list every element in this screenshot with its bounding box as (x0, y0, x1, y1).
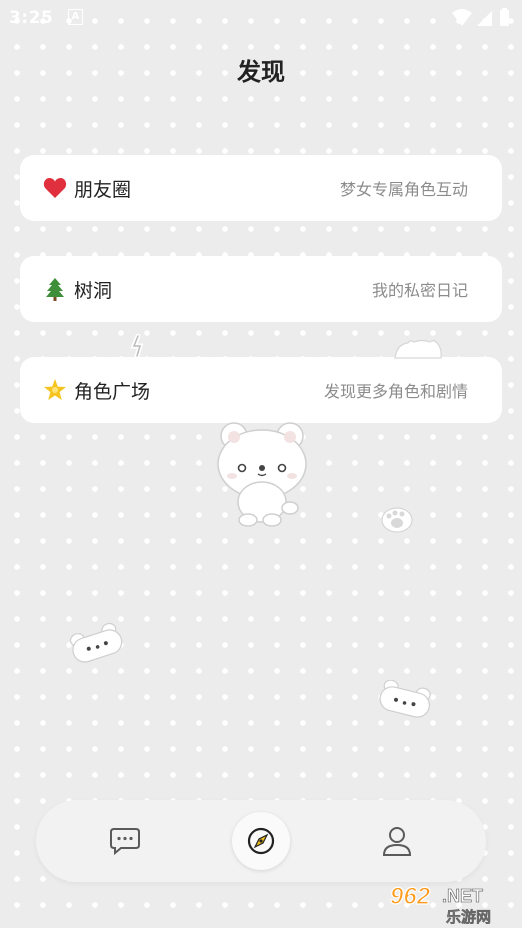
tree-icon (42, 276, 68, 302)
bottom-nav (36, 800, 486, 882)
chat-icon (110, 828, 140, 856)
nav-profile-button[interactable] (376, 820, 418, 862)
menu-item-tree-hole[interactable]: 树洞 我的私密日记 (20, 256, 502, 322)
menu-item-subtitle: 我的私密日记 (371, 281, 468, 300)
watermark-caption: 乐游网 (446, 908, 491, 924)
notification-icon: A (68, 9, 83, 25)
watermark-logo: 962 .NET 乐游网 (384, 880, 516, 926)
status-icons (452, 8, 509, 26)
menu-item-label: 角色广场 (74, 380, 151, 403)
profile-icon (382, 827, 412, 856)
star-icon (42, 377, 68, 403)
menu-item-label: 树洞 (74, 279, 113, 302)
bear-lying-sticker-icon (379, 680, 431, 718)
signal-icon (477, 11, 492, 26)
menu-item-subtitle: 发现更多角色和剧情 (323, 382, 468, 401)
status-bar: 3:25 A (0, 0, 522, 36)
white-bear-sticker-icon (217, 422, 307, 527)
page-title: 发现 (237, 58, 285, 86)
menu-item-label: 朋友圈 (74, 178, 132, 201)
nav-discover-button[interactable] (240, 820, 282, 862)
menu-item-subtitle: 梦女专属角色互动 (339, 180, 468, 199)
nav-chat-button[interactable] (104, 820, 146, 862)
lightning-sticker-icon (130, 334, 144, 358)
watermark-brand: 962 (390, 883, 431, 910)
battery-icon (500, 10, 509, 26)
compass-icon (247, 827, 275, 855)
watermark-suffix: .NET (442, 886, 483, 906)
bear-peek-sticker-icon (394, 339, 442, 359)
menu-item-character-plaza[interactable]: 角色广场 发现更多角色和剧情 (20, 357, 502, 423)
wifi-icon (452, 9, 472, 26)
menu-item-moments[interactable]: 朋友圈 梦女专属角色互动 (20, 155, 502, 221)
paw-sticker-icon (381, 507, 413, 533)
bear-lying-sticker-icon (69, 622, 123, 663)
heart-icon (42, 175, 68, 201)
status-time: 3:25 (9, 8, 54, 28)
